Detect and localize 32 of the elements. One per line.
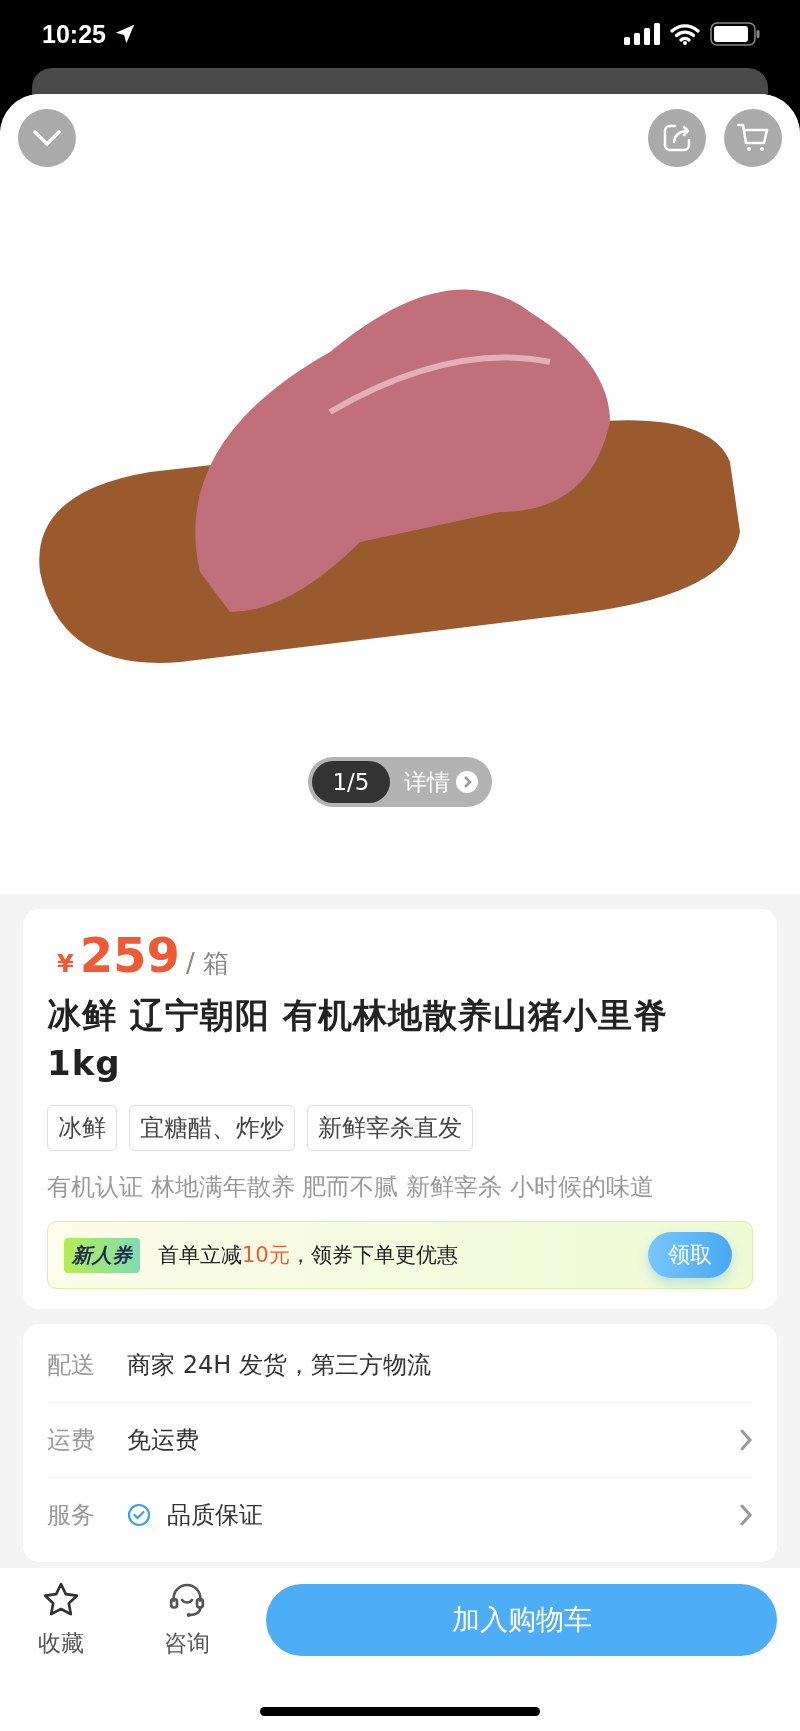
chevron-right-icon bbox=[739, 1428, 753, 1452]
price-amount: 259 bbox=[79, 927, 180, 983]
status-time: 10:25 bbox=[42, 19, 106, 49]
info-row[interactable]: 服务 品质保证 bbox=[47, 1478, 753, 1552]
favorite-button[interactable]: 收藏 bbox=[2, 1580, 120, 1659]
price-unit: / 箱 bbox=[185, 947, 229, 980]
consult-button[interactable]: 咨询 bbox=[128, 1580, 246, 1659]
currency-symbol: ¥ bbox=[57, 950, 74, 978]
wifi-icon bbox=[670, 23, 700, 45]
chevron-right-icon bbox=[739, 1503, 753, 1527]
share-icon bbox=[661, 122, 693, 154]
info-value: 商家 24H 发货，第三方物流 bbox=[127, 1350, 431, 1381]
info-value: 品质保证 bbox=[167, 1500, 263, 1531]
info-label: 服务 bbox=[47, 1500, 96, 1531]
info-value: 免运费 bbox=[127, 1425, 199, 1456]
coupon-text: 首单立减10元，领券下单更优惠 bbox=[158, 1242, 459, 1269]
info-label: 运费 bbox=[47, 1425, 96, 1456]
info-row[interactable]: 运费 免运费 bbox=[47, 1403, 753, 1478]
product-tag: 宜糖醋、炸炒 bbox=[129, 1105, 295, 1151]
product-title: 冰鲜 辽宁朝阳 有机林地散养山猪小里脊1kg bbox=[47, 994, 669, 1085]
product-tag: 冰鲜 bbox=[47, 1105, 117, 1151]
product-subtitle: 有机认证 林地满年散养 肥而不腻 新鲜宰杀 小时候的味道 bbox=[47, 1172, 655, 1203]
info-label: 配送 bbox=[47, 1350, 96, 1381]
new-user-coupon-badge: 新人券 bbox=[64, 1237, 140, 1273]
product-tag: 新鲜宰杀直发 bbox=[307, 1105, 473, 1151]
cart-icon bbox=[736, 122, 770, 154]
chevron-down-icon bbox=[32, 129, 62, 147]
location-arrow-icon bbox=[113, 23, 136, 45]
signal-icon bbox=[624, 23, 660, 45]
chevron-right-icon bbox=[455, 771, 478, 793]
battery-icon bbox=[710, 22, 760, 46]
image-counter: 1/5 bbox=[312, 761, 390, 803]
